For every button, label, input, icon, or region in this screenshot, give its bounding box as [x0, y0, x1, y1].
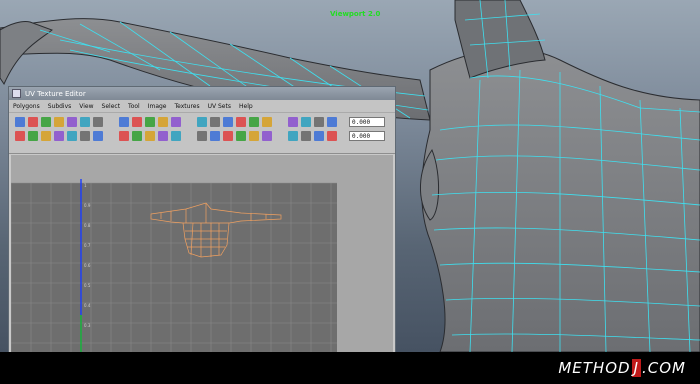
toolbar-tool-icon[interactable] — [15, 117, 25, 127]
toolbar-tool-icon[interactable] — [236, 117, 246, 127]
toolbar-tool-icon[interactable] — [210, 117, 220, 127]
v-axis-tick-label: 0.7 — [84, 243, 91, 248]
v-axis-tick-label: 0.4 — [84, 303, 91, 308]
toolbar-tool-icon[interactable] — [197, 131, 207, 141]
toolbar-tool-icon[interactable] — [132, 131, 142, 141]
menu-tool[interactable]: Tool — [128, 103, 140, 110]
menu-uv-sets[interactable]: UV Sets — [208, 103, 231, 110]
v-axis-tick-label: 0.5 — [84, 283, 91, 288]
toolbar-tool-icon[interactable] — [93, 131, 103, 141]
toolbar-tool-icon[interactable] — [249, 131, 259, 141]
toolbar-tool-icon[interactable] — [80, 117, 90, 127]
toolbar-tool-icon[interactable] — [67, 117, 77, 127]
toolbar-tool-icon[interactable] — [327, 117, 337, 127]
toolbar-tool-icon[interactable] — [288, 131, 298, 141]
toolbar-tool-icon[interactable] — [327, 131, 337, 141]
toolbar-tool-icon[interactable] — [262, 117, 272, 127]
uv-editor-title: UV Texture Editor — [25, 89, 86, 98]
toolbar-tool-icon[interactable] — [15, 131, 25, 141]
toolbar-tool-icon[interactable] — [93, 117, 103, 127]
menu-help[interactable]: Help — [239, 103, 253, 110]
toolbar-tool-icon[interactable] — [54, 117, 64, 127]
toolbar-tool-icon[interactable] — [301, 131, 311, 141]
toolbar-tool-icon[interactable] — [67, 131, 77, 141]
watermark-part1: METHOD — [558, 359, 631, 377]
toolbar-tool-icon[interactable] — [132, 117, 142, 127]
toolbar-tool-icon[interactable] — [158, 117, 168, 127]
menu-select[interactable]: Select — [102, 103, 121, 110]
v-axis-tick-label: 0.8 — [84, 223, 91, 228]
site-watermark: METHOD J .COM — [558, 359, 686, 377]
menu-polygons[interactable]: Polygons — [13, 103, 40, 110]
uv-coordinate-field[interactable]: 0.000 — [349, 131, 385, 141]
toolbar-tool-icon[interactable] — [197, 117, 207, 127]
toolbar-tool-icon[interactable] — [119, 117, 129, 127]
uv-coordinate-field[interactable]: 0.000 — [349, 117, 385, 127]
uv-editor-titlebar[interactable]: UV Texture Editor — [9, 87, 395, 100]
menu-view[interactable]: View — [79, 103, 93, 110]
toolbar-tool-icon[interactable] — [54, 131, 64, 141]
toolbar-tool-icon[interactable] — [158, 131, 168, 141]
toolbar-tool-icon[interactable] — [301, 117, 311, 127]
uv-editor-toolbar: 0.000 0.000 — [9, 113, 395, 154]
uv-editor-window-icon — [12, 89, 21, 98]
uv-texture-editor-window[interactable]: UV Texture Editor Polygons Subdivs View … — [8, 86, 396, 354]
toolbar-tool-icon[interactable] — [249, 117, 259, 127]
toolbar-tool-icon[interactable] — [80, 131, 90, 141]
toolbar-tool-icon[interactable] — [262, 131, 272, 141]
toolbar-tool-icon[interactable] — [288, 117, 298, 127]
v-axis-tick-label: 0.9 — [84, 203, 91, 208]
uv-editor-menubar: Polygons Subdivs View Select Tool Image … — [9, 100, 395, 113]
toolbar-tool-icon[interactable] — [314, 117, 324, 127]
toolbar-tool-icon[interactable] — [223, 131, 233, 141]
toolbar-tool-icon[interactable] — [28, 117, 38, 127]
watermark-part2: .COM — [642, 359, 686, 377]
toolbar-tool-icon[interactable] — [171, 131, 181, 141]
toolbar-tool-icon[interactable] — [210, 131, 220, 141]
watermark-highlight: J — [631, 359, 641, 377]
toolbar-tool-icon[interactable] — [28, 131, 38, 141]
menu-image[interactable]: Image — [148, 103, 167, 110]
toolbar-tool-icon[interactable] — [41, 117, 51, 127]
menu-textures[interactable]: Textures — [175, 103, 200, 110]
toolbar-tool-icon[interactable] — [119, 131, 129, 141]
toolbar-tool-icon[interactable] — [145, 131, 155, 141]
viewport-renderer-label: Viewport 2.0 — [330, 10, 381, 18]
toolbar-tool-icon[interactable] — [223, 117, 233, 127]
footer-bar: METHOD J .COM — [0, 352, 700, 384]
toolbar-tool-icon[interactable] — [171, 117, 181, 127]
v-axis-tick-label: 0.6 — [84, 263, 91, 268]
toolbar-tool-icon[interactable] — [145, 117, 155, 127]
menu-subdivs[interactable]: Subdivs — [48, 103, 72, 110]
toolbar-tool-icon[interactable] — [236, 131, 246, 141]
toolbar-tool-icon[interactable] — [314, 131, 324, 141]
uv-editor-canvas[interactable]: 1 0.9 0.8 0.7 0.6 0.5 0.4 0.3 — [11, 155, 393, 353]
uv-grid-view[interactable]: 10.90.80.70.60.50.40.3 — [11, 155, 393, 353]
toolbar-tool-icon[interactable] — [41, 131, 51, 141]
v-axis-tick-label: 0.3 — [84, 323, 91, 328]
